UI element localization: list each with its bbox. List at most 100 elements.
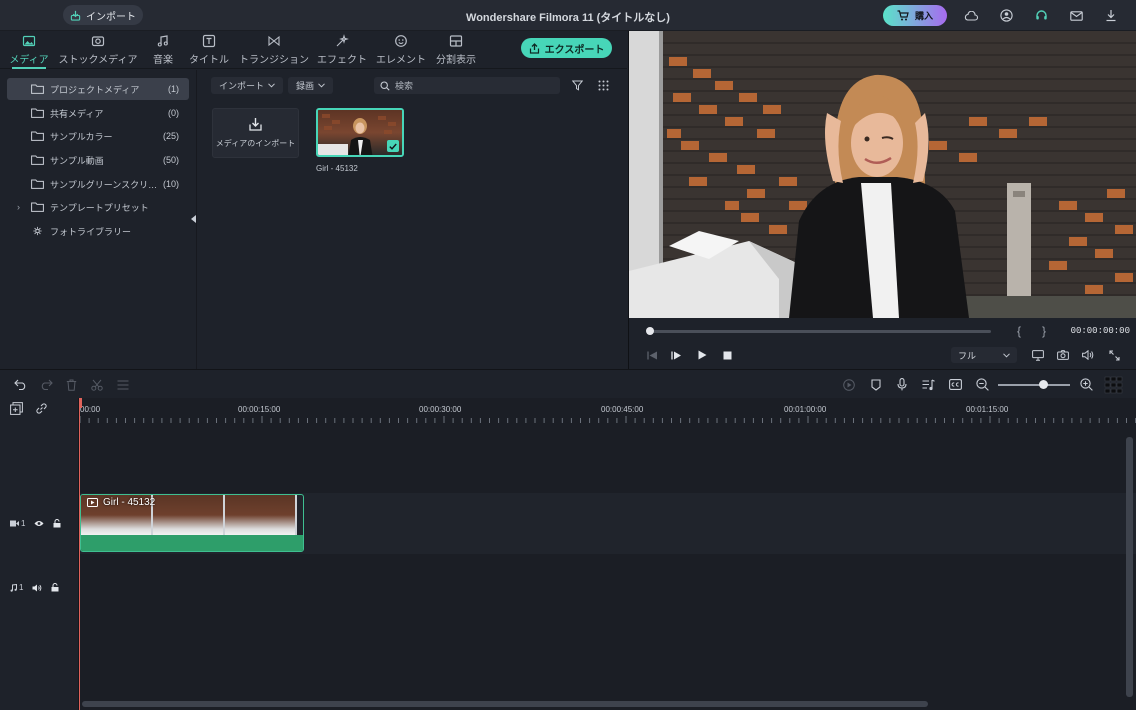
import-top-button[interactable]: インポート [63, 5, 143, 25]
delete-icon[interactable] [65, 378, 78, 391]
ruler-label: 00:01:15:00 [966, 405, 1009, 414]
ruler-label: 00:00:45:00 [601, 405, 644, 414]
sidebar-item-project-media[interactable]: プロジェクトメディア (1) [7, 78, 189, 100]
play-icon[interactable] [696, 349, 708, 361]
tab-label: メディア [9, 55, 49, 66]
timeline-clip[interactable]: Girl - 45132 [80, 494, 304, 552]
sidebar-item-sample-color[interactable]: サンプルカラー (25) [7, 125, 189, 147]
cut-icon[interactable] [90, 378, 103, 391]
track-height-icon[interactable] [1104, 376, 1124, 394]
lock-icon[interactable] [51, 583, 59, 592]
folder-icon [31, 155, 44, 165]
sidebar-item-label: テンプレートプリセット [50, 202, 149, 213]
sidebar-item-photo-library[interactable]: フォトライブラリー [7, 220, 189, 242]
timeline-ruler[interactable]: 00:00 00:00:15:00 00:00:30:00 00:00:45:0… [79, 398, 1136, 424]
export-button[interactable]: エクスポート [521, 38, 612, 58]
timeline[interactable]: 00:00 00:00:15:00 00:00:30:00 00:00:45:0… [79, 398, 1136, 710]
volume-icon[interactable] [1082, 349, 1094, 361]
cart-icon [897, 10, 909, 21]
transition-icon [268, 35, 280, 47]
tab-element[interactable]: エレメント [374, 34, 428, 67]
account-icon[interactable] [999, 8, 1014, 23]
photo-library-icon [33, 226, 42, 236]
clip-audio-waveform [81, 535, 303, 551]
menu-icon[interactable] [116, 378, 129, 391]
tab-split-screen[interactable]: 分割表示 [434, 34, 478, 67]
media-thumbnail[interactable] [316, 108, 404, 157]
media-item-name: Girl - 45132 [316, 164, 358, 173]
tab-title[interactable]: タイトル [188, 34, 230, 67]
search-input[interactable] [395, 80, 545, 91]
scrubber-handle[interactable] [646, 327, 654, 335]
microphone-icon[interactable] [895, 378, 908, 391]
filter-icon[interactable] [572, 80, 583, 91]
snapshot-icon[interactable] [1057, 349, 1069, 361]
zoom-slider[interactable] [998, 384, 1070, 386]
fullscreen-icon[interactable] [1108, 349, 1120, 361]
tab-stock-media[interactable]: ストックメディア [58, 34, 138, 67]
speaker-icon[interactable] [32, 584, 42, 592]
render-icon[interactable] [842, 378, 855, 391]
monitor-icon[interactable] [1032, 349, 1044, 361]
stop-icon[interactable] [721, 349, 733, 361]
mark-in-button[interactable]: { [1017, 324, 1021, 338]
download-icon[interactable] [1103, 8, 1118, 23]
chevron-right-icon[interactable]: › [17, 202, 20, 212]
clip-frame [153, 495, 225, 535]
sidebar-item-template-preset[interactable]: › テンプレートプリセット [7, 196, 189, 218]
tab-media[interactable]: メディア [8, 34, 50, 69]
lock-icon[interactable] [53, 519, 61, 528]
timeline-horizontal-scrollbar[interactable] [82, 701, 928, 707]
clip-frame [225, 495, 297, 535]
sidebar-item-sample-green-screen[interactable]: サンプルグリーンスクリ… (10) [7, 173, 189, 195]
timeline-track-headers: 1 1 [0, 398, 79, 710]
buy-button[interactable]: 購入 [883, 5, 947, 26]
sidebar-item-label: サンプル動画 [50, 155, 104, 166]
add-track-icon[interactable] [10, 402, 23, 415]
headset-icon[interactable] [1034, 8, 1049, 23]
mark-out-button[interactable]: } [1042, 324, 1046, 338]
export-icon [529, 42, 539, 54]
redo-icon[interactable] [40, 378, 53, 391]
step-forward-icon[interactable] [670, 349, 682, 361]
audio-mixer-icon[interactable] [922, 378, 935, 391]
link-icon[interactable] [35, 402, 48, 415]
folder-icon [31, 202, 44, 212]
tab-music[interactable]: 音楽 [146, 34, 180, 67]
zoom-in-icon[interactable] [1080, 378, 1093, 391]
title-bar: インポート Wondershare Filmora 11 (タイトルなし) 購入 [0, 0, 1136, 31]
grid-view-icon[interactable] [598, 80, 609, 91]
record-dropdown-label: 録画 [296, 81, 315, 91]
zoom-out-icon[interactable] [976, 378, 989, 391]
eye-icon[interactable] [34, 520, 44, 527]
tab-effect[interactable]: エフェクト [316, 34, 368, 67]
tab-transition[interactable]: トランジション [238, 34, 310, 67]
subtitle-icon[interactable] [949, 378, 962, 391]
collapse-sidebar-icon[interactable] [191, 215, 196, 223]
marker-icon[interactable] [869, 378, 882, 391]
preview-panel: { } 00:00:00:00 フル [628, 31, 1136, 369]
cloud-icon[interactable] [963, 8, 978, 23]
buy-label: 購入 [914, 11, 933, 21]
sidebar-item-shared-media[interactable]: 共有メディア (0) [7, 102, 189, 124]
preview-scrubber[interactable] [649, 330, 991, 333]
sidebar-item-label: プロジェクトメディア [50, 84, 140, 95]
mail-icon[interactable] [1069, 8, 1084, 23]
prev-frame-icon[interactable] [646, 349, 658, 361]
playhead-handle[interactable] [79, 398, 82, 408]
import-media-tile[interactable]: メディアのインポート [212, 108, 299, 158]
import-dropdown[interactable]: インポート [211, 77, 284, 94]
playhead[interactable] [79, 398, 80, 710]
chevron-down-icon [1003, 352, 1010, 358]
sidebar-item-sample-video[interactable]: サンプル動画 (50) [7, 149, 189, 171]
clip-title: Girl - 45132 [103, 497, 156, 508]
video-clip-icon [87, 498, 98, 507]
import-top-label: インポート [86, 11, 136, 23]
folder-icon [31, 84, 44, 94]
timeline-vertical-scrollbar[interactable] [1126, 437, 1133, 697]
quality-dropdown[interactable]: フル [951, 347, 1017, 363]
undo-icon[interactable] [14, 378, 27, 391]
timeline-toolbar [0, 369, 1136, 398]
zoom-slider-handle[interactable] [1039, 380, 1048, 389]
record-dropdown[interactable]: 録画 [288, 77, 334, 94]
